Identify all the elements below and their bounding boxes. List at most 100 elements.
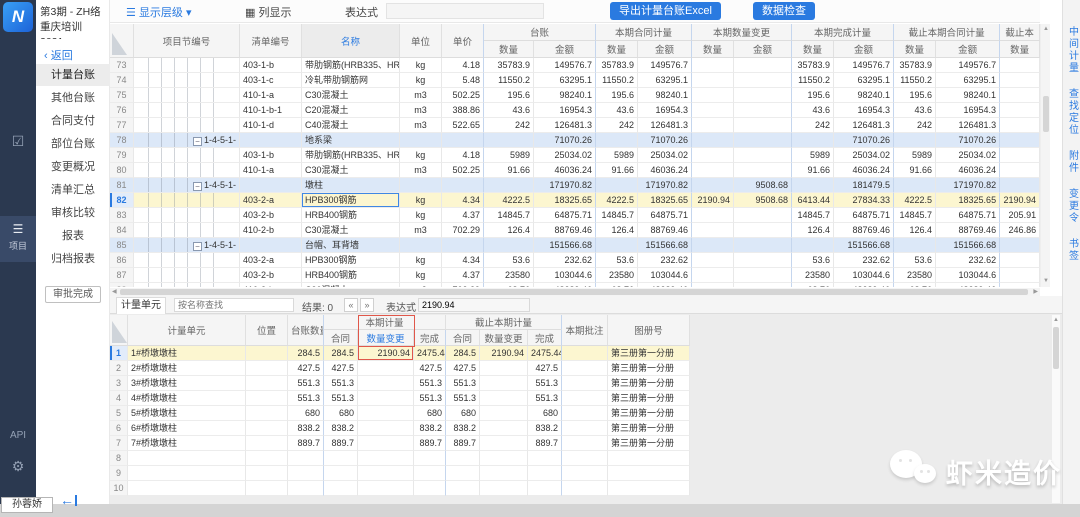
- done-amt[interactable]: 103044.6: [834, 268, 894, 283]
- cut-change-qty[interactable]: [1000, 268, 1040, 283]
- vscroll-thumb[interactable]: [1043, 96, 1049, 132]
- cut-contract-qty[interactable]: 5989: [894, 148, 936, 163]
- subheader[interactable]: 完成: [414, 330, 446, 346]
- price-cell[interactable]: 702.29: [442, 223, 484, 238]
- book-no-cell[interactable]: 第三册第一分册: [608, 421, 690, 436]
- price-cell[interactable]: 4.34: [442, 253, 484, 268]
- tree-cell[interactable]: −1-4-5-1-: [134, 178, 240, 193]
- cut-contract-qty[interactable]: 23580: [894, 268, 936, 283]
- row-index[interactable]: 85: [110, 238, 134, 253]
- group-header[interactable]: 本期完成计量: [792, 24, 894, 41]
- row-index[interactable]: 83: [110, 208, 134, 223]
- ledger-row-87[interactable]: 87403-2-bHRB400钢筋kg4.3723580103044.62358…: [110, 268, 1040, 283]
- cut-contract-amt[interactable]: 16954.3: [936, 103, 1000, 118]
- done-qty[interactable]: 68.76: [792, 283, 834, 287]
- done-amt[interactable]: 151566.68: [834, 238, 894, 253]
- unit-cell[interactable]: [400, 238, 442, 253]
- amt-subheader[interactable]: 金额: [534, 41, 596, 58]
- cur-contract[interactable]: [324, 481, 358, 496]
- unit-row-5[interactable]: 55#桥墩墩柱680680680680680第三册第一分册: [110, 406, 690, 421]
- cut-qty-change[interactable]: [480, 466, 528, 481]
- ledger-qty-cell[interactable]: [288, 451, 324, 466]
- cut-contract-amt[interactable]: 71070.26: [936, 133, 1000, 148]
- cut-contract-amt[interactable]: 18325.65: [936, 193, 1000, 208]
- row-index[interactable]: 75: [110, 88, 134, 103]
- ledger-qty-column-header[interactable]: 台账数量: [288, 315, 324, 346]
- unit-name-column-header[interactable]: 计量单元: [128, 315, 246, 346]
- done-amt[interactable]: 25034.02: [834, 148, 894, 163]
- unit-row-6[interactable]: 66#桥墩墩柱838.2838.2838.2838.2838.2第三册第一分册: [110, 421, 690, 436]
- done-qty[interactable]: 43.6: [792, 103, 834, 118]
- ledger-qty[interactable]: 53.6: [484, 253, 534, 268]
- ledger-qty-cell[interactable]: 551.3: [288, 391, 324, 406]
- ledger-qty[interactable]: 23580: [484, 268, 534, 283]
- scroll-down-icon[interactable]: ▼: [1043, 278, 1049, 285]
- change-qty[interactable]: [692, 223, 734, 238]
- list-no-cell[interactable]: 410-1-a: [240, 88, 302, 103]
- unit-row-3[interactable]: 33#桥墩墩柱551.3551.3551.3551.3551.3第三册第一分册: [110, 376, 690, 391]
- list-no-cell[interactable]: 403-2-a: [240, 253, 302, 268]
- cut-change-qty[interactable]: [1000, 238, 1040, 253]
- cut-contract-amt[interactable]: 48289.46: [936, 283, 1000, 287]
- row-index[interactable]: 80: [110, 163, 134, 178]
- tree-cell[interactable]: [134, 58, 240, 73]
- cut-change-qty[interactable]: 246.86: [1000, 223, 1040, 238]
- horizontal-scrollbar[interactable]: ◀ ▶: [110, 288, 1040, 296]
- ledger-amt[interactable]: 18325.65: [534, 193, 596, 208]
- tree-cell[interactable]: [134, 223, 240, 238]
- cur-contract-qty[interactable]: 14845.7: [596, 208, 638, 223]
- price-cell[interactable]: [442, 133, 484, 148]
- book-no-column-header[interactable]: 图册号: [608, 315, 690, 346]
- group-header[interactable]: 本期合同计量: [596, 24, 692, 41]
- done-amt[interactable]: 71070.26: [834, 133, 894, 148]
- cur-contract-qty[interactable]: 91.66: [596, 163, 638, 178]
- tree-cell[interactable]: [134, 253, 240, 268]
- list-no-cell[interactable]: 410-1-b-1: [240, 103, 302, 118]
- tree-cell[interactable]: [134, 163, 240, 178]
- cur-contract-qty[interactable]: [596, 133, 638, 148]
- ledger-qty[interactable]: 4222.5: [484, 193, 534, 208]
- name-cell[interactable]: C20混凝土: [302, 103, 400, 118]
- cutoff-period-group-header[interactable]: 截止本期计量: [446, 315, 562, 330]
- unit-cell[interactable]: m3: [400, 103, 442, 118]
- price-cell[interactable]: 4.18: [442, 58, 484, 73]
- name-cell[interactable]: HRB400钢筋: [302, 268, 400, 283]
- cur-done[interactable]: 551.3: [414, 376, 446, 391]
- cur-contract-amt[interactable]: 171970.82: [638, 178, 692, 193]
- change-amt[interactable]: [734, 238, 792, 253]
- cut-contract[interactable]: 551.3: [446, 391, 480, 406]
- change-qty[interactable]: [692, 208, 734, 223]
- change-qty[interactable]: [692, 253, 734, 268]
- cur-contract[interactable]: 889.7: [324, 436, 358, 451]
- price-cell[interactable]: 702.29: [442, 283, 484, 287]
- note-cell[interactable]: [562, 451, 608, 466]
- position-cell[interactable]: [246, 436, 288, 451]
- ledger-amt[interactable]: 126481.3: [534, 118, 596, 133]
- cut-change-qty[interactable]: [1000, 178, 1040, 193]
- unit-cell[interactable]: [400, 133, 442, 148]
- ledger-row-75[interactable]: 75410-1-aC30混凝土m3502.25195.698240.1195.6…: [110, 88, 1040, 103]
- done-amt[interactable]: 64875.71: [834, 208, 894, 223]
- book-no-cell[interactable]: 第三册第一分册: [608, 391, 690, 406]
- cut-change-qty[interactable]: [1000, 163, 1040, 178]
- name-cell[interactable]: HPB300钢筋: [302, 193, 400, 208]
- ledger-amt[interactable]: 151566.68: [534, 238, 596, 253]
- cut-qty-change[interactable]: [480, 391, 528, 406]
- name-cell[interactable]: 带肋钢筋(HRB335、HRB400): [302, 58, 400, 73]
- ledger-amt[interactable]: 25034.02: [534, 148, 596, 163]
- list-no-cell[interactable]: [240, 178, 302, 193]
- done-qty[interactable]: [792, 133, 834, 148]
- cur-qty-change[interactable]: [358, 421, 414, 436]
- cut-done[interactable]: 680: [528, 406, 562, 421]
- change-amt[interactable]: [734, 133, 792, 148]
- done-qty[interactable]: [792, 178, 834, 193]
- cut-contract-amt[interactable]: 171970.82: [936, 178, 1000, 193]
- list-no-cell[interactable]: 410-1-d: [240, 118, 302, 133]
- cur-contract[interactable]: 551.3: [324, 376, 358, 391]
- right-tool-2[interactable]: 附件: [1065, 150, 1080, 174]
- tree-cell[interactable]: [134, 118, 240, 133]
- scroll-left-icon[interactable]: ◀: [112, 289, 117, 296]
- cur-contract[interactable]: 427.5: [324, 361, 358, 376]
- done-qty[interactable]: 5989: [792, 148, 834, 163]
- cur-contract-qty[interactable]: 126.4: [596, 223, 638, 238]
